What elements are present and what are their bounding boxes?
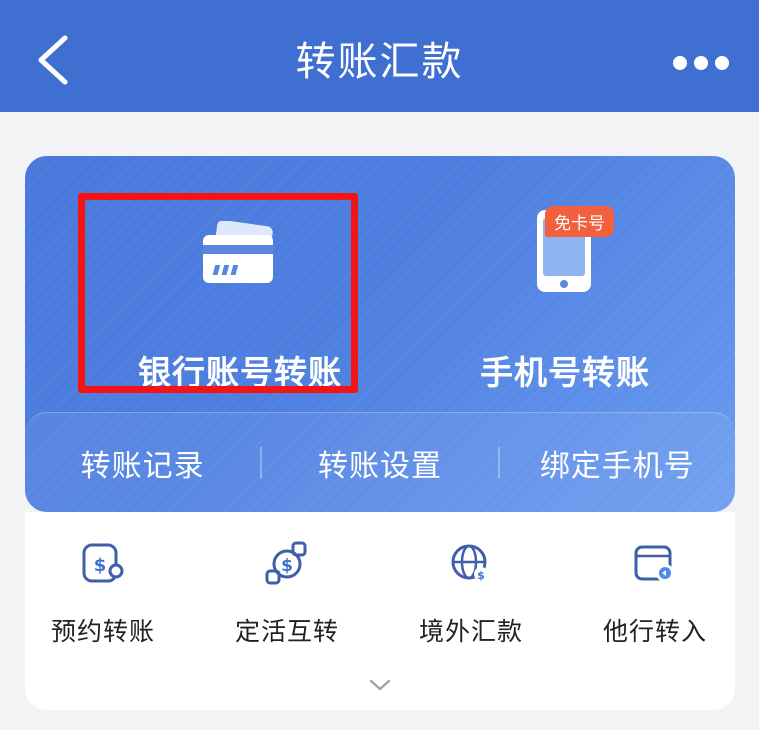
no-card-badge: 免卡号 bbox=[545, 206, 614, 237]
scheduled-transfer-icon: $ bbox=[82, 543, 124, 583]
overseas-remittance-icon: $ bbox=[451, 544, 488, 582]
quick-action-label: 境外汇款 bbox=[418, 617, 523, 646]
more-dot-icon bbox=[673, 56, 687, 70]
app-header: 转账汇款 bbox=[0, 0, 759, 112]
quick-action-label: 预约转账 bbox=[50, 617, 155, 646]
svg-text:$: $ bbox=[94, 555, 107, 576]
page-title: 转账汇款 bbox=[295, 39, 464, 85]
phone-transfer-label: 手机号转账 bbox=[480, 353, 650, 392]
card-links-row: 转账记录 转账设置 绑定手机号 bbox=[25, 412, 735, 512]
bank-account-transfer-button[interactable]: 银行账号转账 bbox=[105, 196, 375, 392]
bank-transfer-label: 银行账号转账 bbox=[138, 353, 342, 392]
bind-phone-link[interactable]: 绑定手机号 bbox=[500, 441, 735, 485]
quick-action-label: 定活互转 bbox=[234, 617, 339, 646]
more-dot-icon bbox=[715, 56, 729, 70]
more-dot-icon bbox=[694, 56, 708, 70]
other-bank-transfer-in-icon bbox=[634, 545, 674, 582]
quick-action-overseas-remittance[interactable]: $ 境外汇款 bbox=[386, 540, 556, 648]
more-button[interactable] bbox=[673, 48, 729, 78]
transfer-records-link[interactable]: 转账记录 bbox=[25, 441, 260, 485]
quick-actions-panel: $ 预约转账 $ 定活互转 $ 境外汇款 他行转入 bbox=[25, 512, 735, 710]
deposit-exchange-icon: $ bbox=[265, 541, 307, 585]
quick-action-label: 他行转入 bbox=[602, 617, 707, 646]
quick-action-other-bank-transfer-in[interactable]: 他行转入 bbox=[570, 540, 740, 648]
svg-text:$: $ bbox=[281, 556, 293, 576]
quick-action-scheduled-transfer[interactable]: $ 预约转账 bbox=[18, 540, 188, 648]
quick-action-deposit-exchange[interactable]: $ 定活互转 bbox=[202, 540, 372, 648]
bank-card-icon bbox=[203, 221, 273, 283]
transfer-settings-link[interactable]: 转账设置 bbox=[262, 441, 497, 485]
chevron-down-icon[interactable] bbox=[368, 678, 392, 692]
svg-text:$: $ bbox=[477, 569, 485, 582]
